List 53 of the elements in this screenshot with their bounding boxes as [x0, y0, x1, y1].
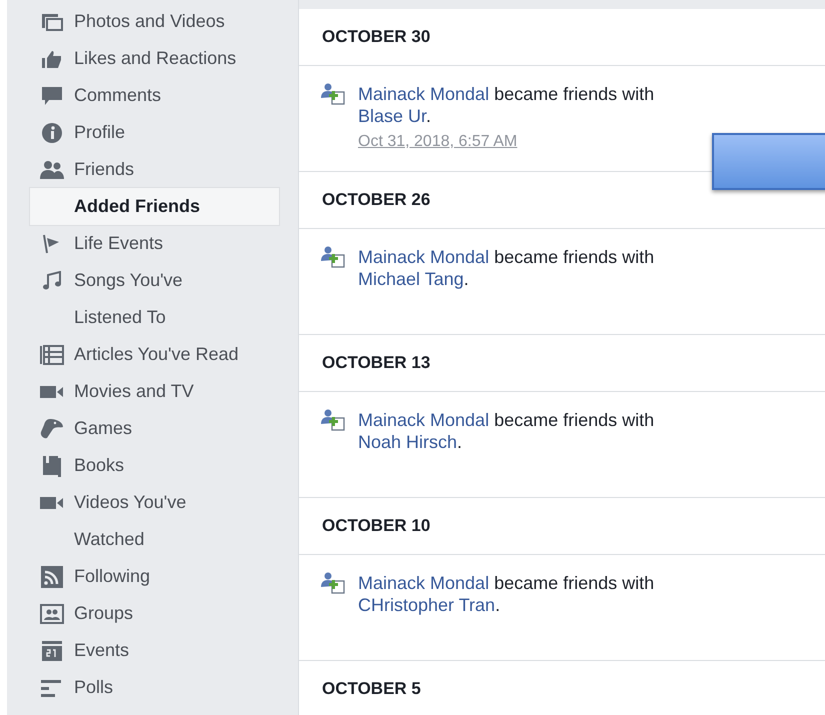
profile-link[interactable]: Michael Tang: [358, 269, 464, 289]
add-friend-icon: [321, 409, 345, 431]
profile-link[interactable]: Mainack Mondal: [358, 247, 490, 267]
sidebar-item[interactable]: Articles You've Read: [30, 336, 279, 373]
music-note-icon: [42, 270, 62, 290]
sidebar-item[interactable]: Songs You've Listened To: [30, 262, 279, 336]
sidebar-item[interactable]: Groups: [30, 595, 279, 632]
sidebar-item[interactable]: Friends: [30, 151, 279, 188]
friendship-text: Mainack Mondal became friends with Blase Ur.: [358, 83, 656, 127]
sidebar-item[interactable]: Profile: [30, 114, 279, 151]
date-heading: OCTOBER 10: [299, 498, 825, 555]
info-icon: [42, 122, 62, 142]
video-camera-icon: [40, 384, 64, 398]
sidebar-item[interactable]: Added Friends: [30, 188, 279, 225]
date-heading: OCTOBER 30: [299, 9, 825, 66]
comment-icon: [41, 86, 63, 106]
friendship-text: Mainack Mondal became friends with CHristopher Tran.: [358, 572, 656, 616]
date-heading: OCTOBER 13: [299, 335, 825, 392]
profile-link[interactable]: Mainack Mondal: [358, 573, 490, 593]
thumbs-up-icon: [41, 50, 63, 68]
video-camera-icon: [40, 496, 64, 510]
profile-link[interactable]: Mainack Mondal: [358, 84, 490, 104]
add-friend-icon: [321, 572, 345, 594]
profile-link[interactable]: Blase Ur: [358, 106, 426, 126]
sidebar-item[interactable]: Polls: [30, 669, 279, 706]
flag-icon: [43, 234, 61, 254]
date-heading: OCTOBER 5: [299, 661, 825, 715]
sidebar-item[interactable]: Following: [30, 558, 279, 595]
profile-link[interactable]: Noah Hirsch: [358, 432, 458, 452]
add-friend-icon: [321, 246, 345, 268]
profile-link[interactable]: Mainack Mondal: [358, 410, 490, 430]
photos-icon: [41, 12, 63, 30]
book-icon: [42, 454, 62, 476]
sidebar-item[interactable]: Events: [30, 632, 279, 669]
poll-icon: [41, 678, 63, 696]
group-icon: [40, 604, 64, 624]
sidebar-item[interactable]: Games: [30, 410, 279, 447]
friends-icon: [40, 160, 64, 178]
sidebar-item[interactable]: Videos You've Watched: [30, 484, 279, 558]
article-list-icon: [40, 344, 64, 364]
calendar-icon: [41, 640, 63, 662]
sidebar-item[interactable]: Likes and Reactions: [30, 40, 279, 77]
friendship-text: Mainack Mondal became friends with Michael Tang.: [358, 246, 656, 290]
game-controller-icon: [40, 418, 64, 440]
rss-feed-icon: [41, 566, 63, 588]
profile-link[interactable]: CHristopher Tran: [358, 595, 496, 615]
sidebar-item[interactable]: Comments: [30, 77, 279, 114]
sidebar-item[interactable]: Books: [30, 447, 279, 484]
sidebar-item[interactable]: Life Events: [30, 225, 279, 262]
sidebar-item[interactable]: Photos and Videos: [30, 3, 279, 40]
friendship-text: Mainack Mondal became friends with Noah Hirsch.: [358, 409, 656, 453]
add-friend-icon: [321, 83, 345, 105]
sidebar-item[interactable]: Movies and TV: [30, 373, 279, 410]
